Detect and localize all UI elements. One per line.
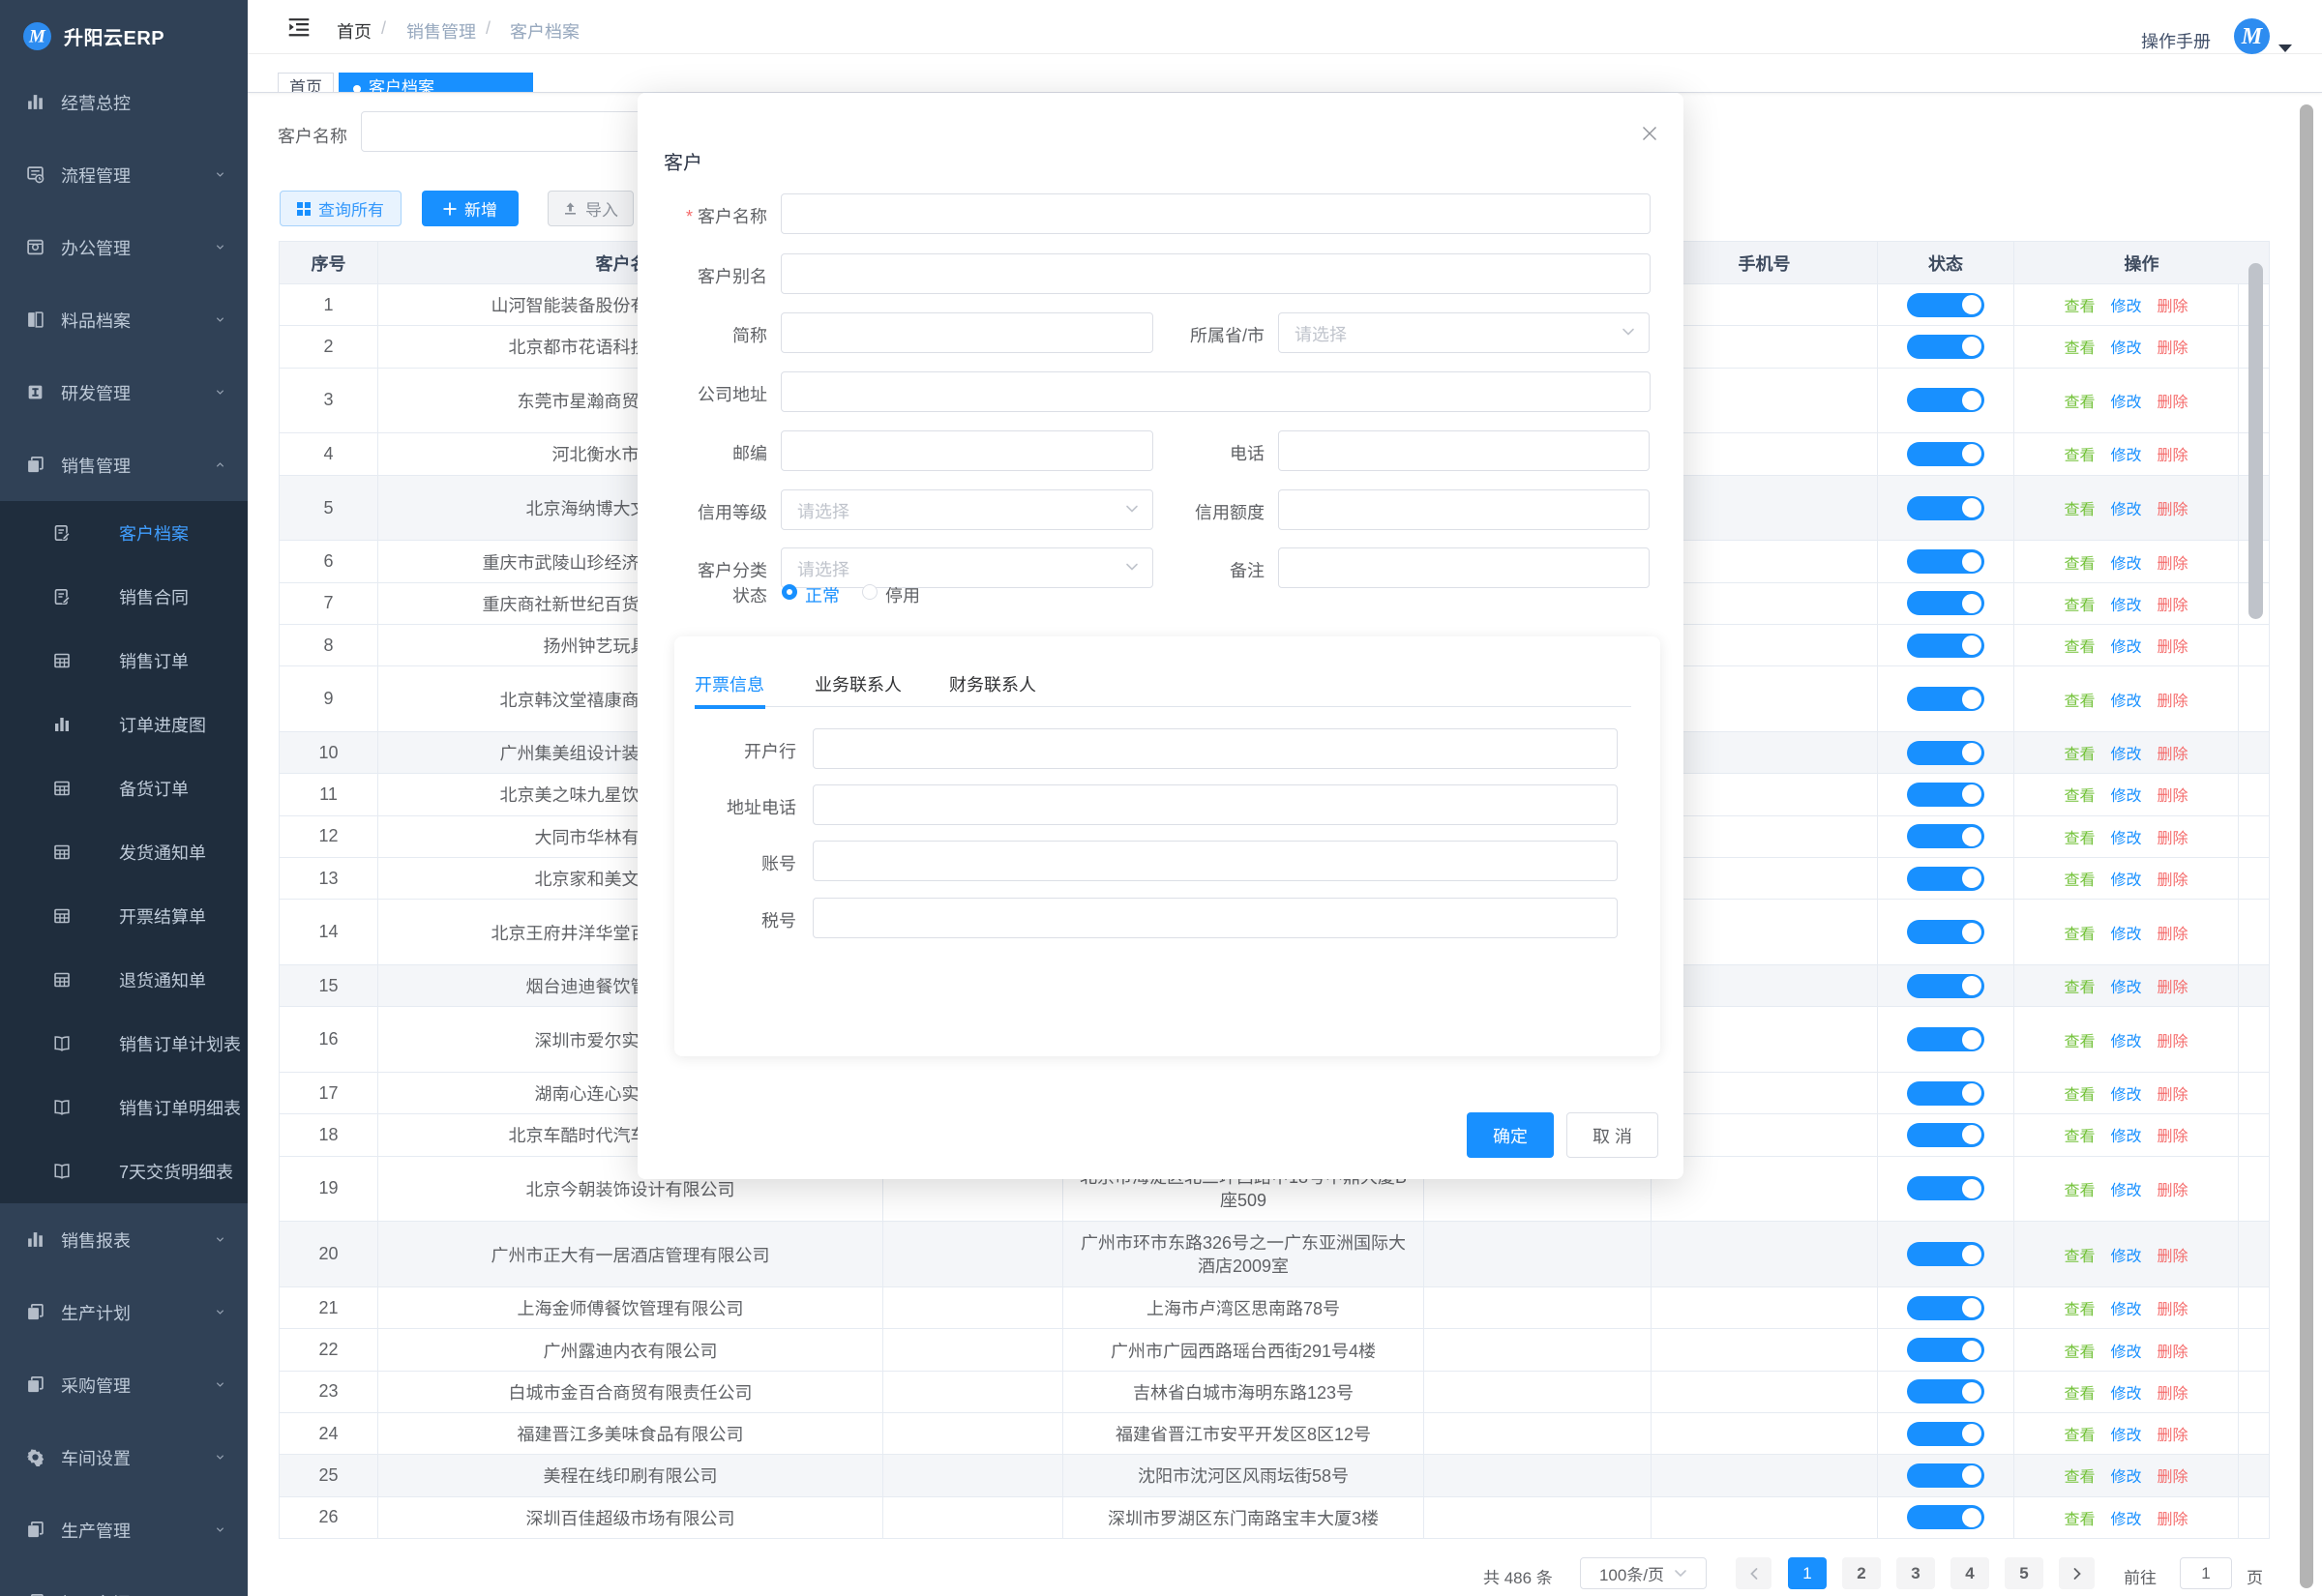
- svg-text:M: M: [2241, 23, 2264, 49]
- svg-text:M: M: [28, 27, 46, 47]
